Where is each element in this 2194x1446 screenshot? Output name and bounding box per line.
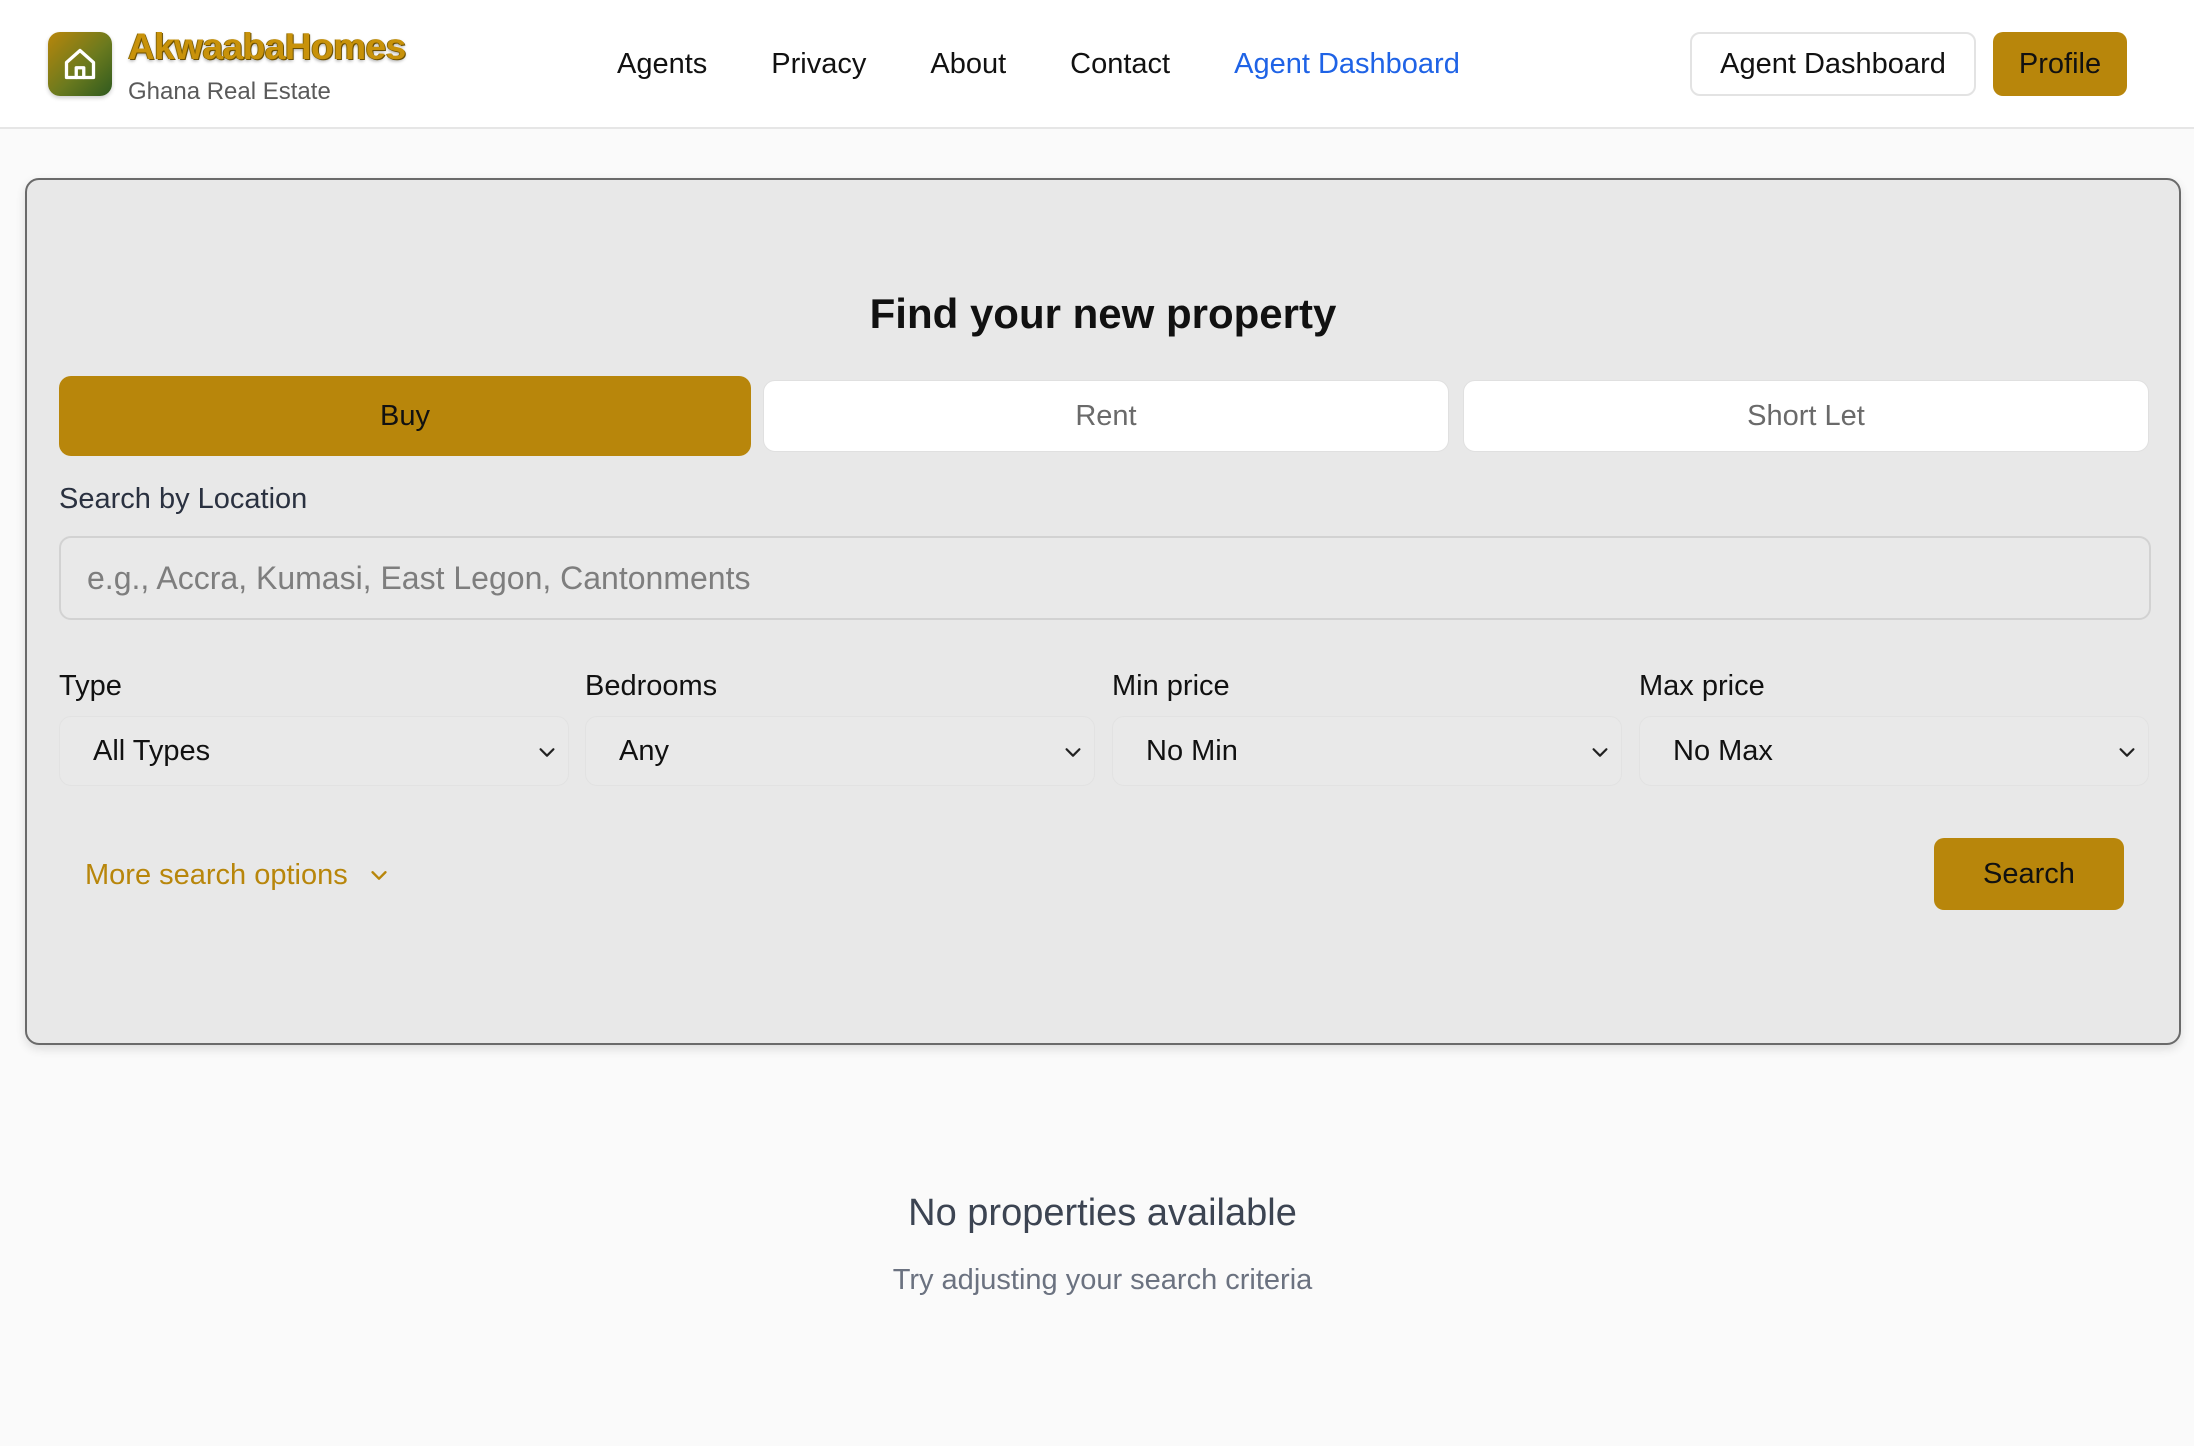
brand-name[interactable]: AkwaabaHomes: [128, 26, 406, 68]
bedrooms-select[interactable]: Any: [585, 716, 1095, 786]
chevron-down-icon: [1592, 748, 1608, 757]
chevron-down-icon: [2119, 748, 2135, 757]
location-search-input[interactable]: [59, 536, 2151, 620]
logo[interactable]: [48, 32, 112, 96]
site-header: AkwaabaHomes Ghana Real Estate Agents Pr…: [0, 0, 2194, 129]
tab-rent[interactable]: Rent: [763, 380, 1449, 452]
min-price-select-value: No Min: [1146, 734, 1238, 767]
brand-tagline: Ghana Real Estate: [128, 78, 331, 105]
search-card: Find your new property Buy Rent Short Le…: [25, 178, 2181, 1045]
type-select[interactable]: All Types: [59, 716, 569, 786]
tab-short-let[interactable]: Short Let: [1463, 380, 2149, 452]
nav-link-agent-dashboard[interactable]: Agent Dashboard: [1234, 48, 1460, 81]
chevron-down-icon: [539, 748, 555, 757]
empty-state-subtitle: Try adjusting your search criteria: [892, 1264, 1313, 1296]
min-price-select[interactable]: No Min: [1112, 716, 1622, 786]
main-nav: Agents Privacy About Contact Agent Dashb…: [617, 44, 1460, 84]
filter-label-type: Type: [59, 670, 122, 702]
filter-label-max-price: Max price: [1639, 670, 1765, 702]
location-label: Search by Location: [59, 483, 308, 515]
search-title: Find your new property: [869, 290, 1337, 337]
max-price-select[interactable]: No Max: [1639, 716, 2149, 786]
max-price-select-value: No Max: [1673, 734, 1773, 767]
chevron-down-icon: [1065, 748, 1081, 757]
bedrooms-select-value: Any: [619, 734, 669, 767]
tab-buy[interactable]: Buy: [59, 376, 751, 456]
search-button[interactable]: Search: [1934, 838, 2124, 910]
profile-button[interactable]: Profile: [1993, 32, 2127, 96]
agent-dashboard-button[interactable]: Agent Dashboard: [1690, 32, 1976, 96]
nav-link-contact[interactable]: Contact: [1070, 48, 1170, 81]
type-select-value: All Types: [93, 734, 211, 767]
empty-state-title: No properties available: [908, 1192, 1297, 1234]
filter-label-bedrooms: Bedrooms: [585, 670, 718, 702]
filter-label-min-price: Min price: [1112, 670, 1230, 702]
chevron-down-icon: [371, 871, 387, 880]
nav-link-about[interactable]: About: [930, 48, 1006, 81]
more-search-options-label: More search options: [85, 858, 348, 891]
nav-link-agents[interactable]: Agents: [617, 48, 707, 81]
nav-link-privacy[interactable]: Privacy: [771, 48, 866, 81]
home-icon: [64, 48, 96, 80]
more-search-options-toggle[interactable]: More search options: [85, 855, 390, 895]
